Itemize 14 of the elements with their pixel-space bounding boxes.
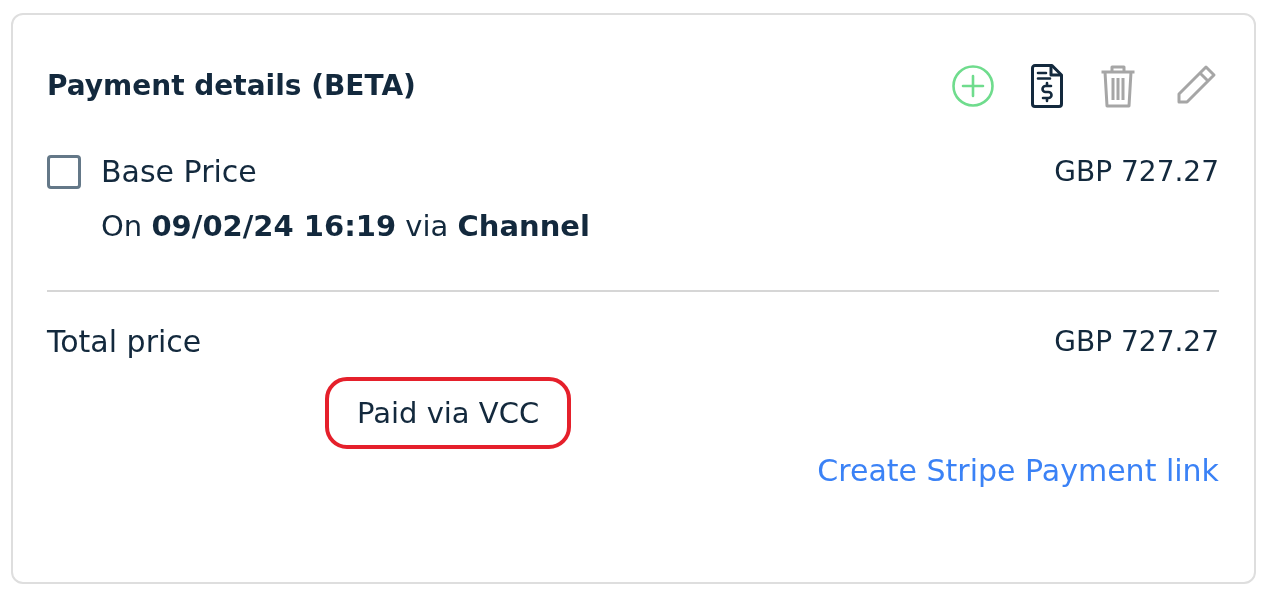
dollar-document-icon <box>1031 64 1063 108</box>
payment-note: Paid via VCC <box>357 395 540 432</box>
item-meta: On 09/02/24 16:19 via Channel <box>101 208 590 245</box>
trash-icon <box>1100 64 1136 108</box>
total-label: Total price <box>47 323 202 361</box>
panel-title: Payment details (BETA) <box>47 68 416 104</box>
plus-circle-icon <box>952 65 994 107</box>
total-amount: GBP 727.27 <box>1054 324 1219 360</box>
add-button[interactable] <box>952 65 994 107</box>
checkbox[interactable] <box>47 155 81 189</box>
item-label: Base Price <box>101 153 257 191</box>
item-amount: GBP 727.27 <box>1054 154 1219 190</box>
invoice-button[interactable] <box>1031 64 1063 108</box>
stripe-payment-link[interactable]: Create Stripe Payment link <box>817 451 1219 491</box>
